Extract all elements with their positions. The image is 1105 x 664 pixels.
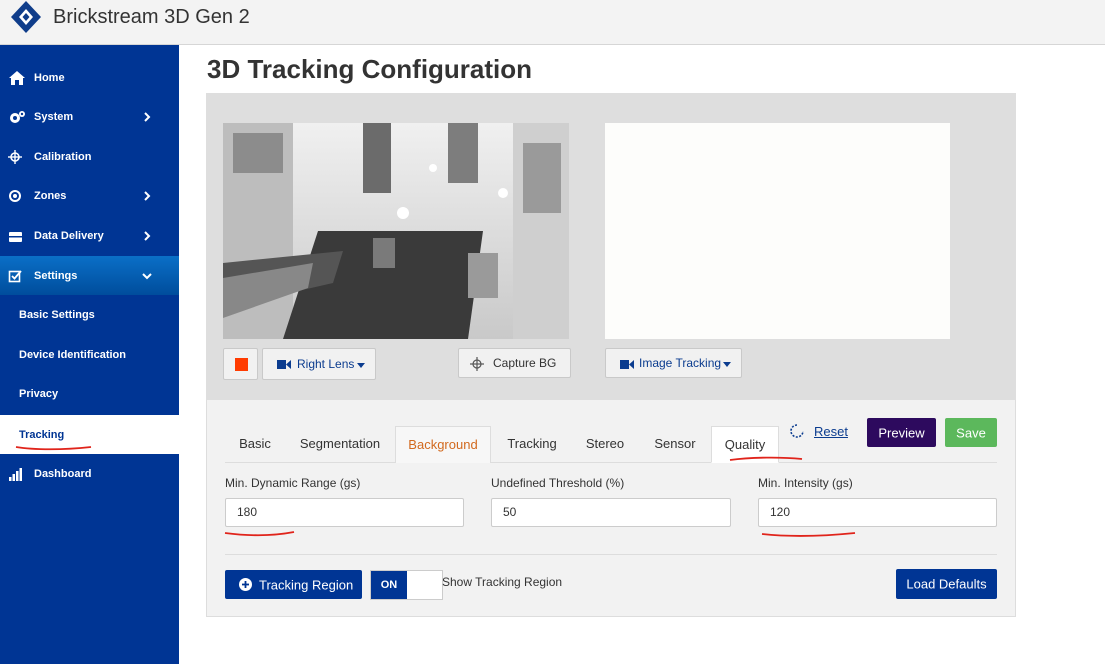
- video-camera-icon: [620, 360, 634, 369]
- tab-stereo[interactable]: Stereo: [572, 426, 638, 463]
- sidebar-item-privacy[interactable]: Privacy: [0, 374, 179, 413]
- stop-icon: [235, 358, 248, 371]
- capture-bg-label: Capture BG: [493, 356, 557, 370]
- chevron-down-icon: [142, 272, 152, 279]
- target-icon: [9, 189, 21, 202]
- chevron-right-icon: [144, 190, 151, 201]
- annotation-underline: [224, 531, 295, 537]
- min-intensity-input[interactable]: 120: [758, 498, 997, 527]
- stop-button[interactable]: [223, 348, 258, 380]
- tab-background[interactable]: Background: [395, 426, 491, 463]
- annotation-underline: [761, 532, 856, 537]
- plus-circle-icon: [239, 578, 252, 591]
- video-camera-icon: [277, 360, 291, 369]
- sidebar-item-label: Settings: [34, 269, 78, 282]
- tab-label: Segmentation: [299, 436, 381, 451]
- tab-label: Background: [408, 437, 478, 452]
- page-title: 3D Tracking Configuration: [207, 54, 533, 84]
- sidebar-item-label: Device Identification: [19, 348, 126, 361]
- sidebar-item-settings[interactable]: Settings: [0, 256, 179, 295]
- tab-label: Sensor: [654, 436, 696, 451]
- tracking-region-button[interactable]: Tracking Region: [225, 570, 362, 599]
- chevron-right-icon: [144, 230, 151, 241]
- sidebar-item-label: Zones: [34, 189, 67, 202]
- image-tracking-dropdown[interactable]: Image Tracking: [605, 348, 742, 378]
- right-lens-label: Right Lens: [297, 357, 355, 371]
- image-tracking-label: Image Tracking: [639, 356, 722, 370]
- sidebar-item-calibration[interactable]: Calibration: [0, 137, 179, 176]
- tab-sensor[interactable]: Sensor: [642, 426, 708, 463]
- reset-label: Reset: [814, 424, 848, 439]
- undefined-threshold-label: Undefined Threshold (%): [491, 476, 625, 490]
- sidebar-item-basic-settings[interactable]: Basic Settings: [0, 295, 179, 334]
- sidebar-item-label: Data Delivery: [34, 229, 104, 242]
- tracking-image-display: [605, 123, 950, 339]
- sidebar-item-label: Privacy: [19, 387, 59, 400]
- crosshair-icon: [8, 149, 22, 164]
- sidebar-item-label: Basic Settings: [19, 308, 95, 321]
- box-icon: [9, 231, 22, 242]
- sidebar-item-label: Tracking: [19, 428, 65, 441]
- checkbox-edit-icon: [8, 269, 22, 282]
- sidebar-item-device-identification[interactable]: Device Identification: [0, 335, 179, 374]
- sidebar-item-label: Home: [34, 71, 65, 84]
- crosshair-icon: [470, 357, 484, 371]
- sidebar: Home System Calibration Zones Data Deliv…: [0, 45, 179, 664]
- undefined-threshold-input[interactable]: 50: [491, 498, 731, 527]
- min-dynamic-range-input[interactable]: 180: [225, 498, 464, 527]
- app-title: Brickstream 3D Gen 2: [53, 6, 250, 28]
- tab-label: Basic: [239, 436, 271, 451]
- toggle-on-label: ON: [371, 571, 407, 599]
- sidebar-item-home[interactable]: Home: [0, 58, 179, 97]
- save-button[interactable]: Save: [945, 418, 997, 447]
- sidebar-item-system[interactable]: System: [0, 97, 179, 136]
- camera-feed-image: [223, 123, 569, 339]
- tab-tracking[interactable]: Tracking: [496, 426, 568, 463]
- home-icon: [9, 70, 25, 85]
- chevron-right-icon: [144, 111, 151, 122]
- sidebar-item-zones[interactable]: Zones: [0, 176, 179, 215]
- panel-divider: [225, 554, 997, 555]
- tab-label: Quality: [724, 437, 766, 452]
- show-tracking-region-label: Show Tracking Region: [442, 575, 563, 589]
- load-defaults-button[interactable]: Load Defaults: [896, 569, 997, 599]
- annotation-underline: [729, 456, 803, 461]
- top-bar: Brickstream 3D Gen 2: [0, 0, 1105, 45]
- bar-chart-icon: [9, 467, 22, 481]
- caret-down-icon: [723, 362, 731, 367]
- save-label: Save: [956, 425, 986, 440]
- spinner-icon: [790, 424, 804, 438]
- tab-label: Stereo: [585, 436, 625, 451]
- tab-label: Tracking: [507, 436, 557, 451]
- sidebar-item-label: Dashboard: [34, 467, 92, 480]
- sidebar-item-data-delivery[interactable]: Data Delivery: [0, 216, 179, 255]
- tracking-region-label: Tracking Region: [259, 577, 354, 592]
- annotation-underline: [15, 446, 92, 451]
- show-tracking-region-toggle[interactable]: ON: [370, 570, 443, 600]
- sidebar-item-label: System: [34, 110, 74, 123]
- sidebar-item-label: Calibration: [34, 150, 92, 163]
- min-dynamic-range-label: Min. Dynamic Range (gs): [225, 476, 361, 490]
- load-defaults-label: Load Defaults: [906, 576, 987, 592]
- capture-bg-button[interactable]: Capture BG: [458, 348, 571, 378]
- sidebar-item-dashboard[interactable]: Dashboard: [0, 454, 179, 493]
- caret-down-icon: [357, 363, 365, 368]
- right-lens-dropdown[interactable]: Right Lens: [262, 348, 376, 380]
- preview-label: Preview: [878, 425, 925, 440]
- tab-basic[interactable]: Basic: [225, 426, 285, 463]
- gears-icon: [10, 110, 25, 123]
- preview-button[interactable]: Preview: [867, 418, 936, 447]
- min-intensity-label: Min. Intensity (gs): [758, 476, 853, 490]
- brickstream-logo: [11, 1, 41, 33]
- tab-segmentation[interactable]: Segmentation: [288, 426, 392, 463]
